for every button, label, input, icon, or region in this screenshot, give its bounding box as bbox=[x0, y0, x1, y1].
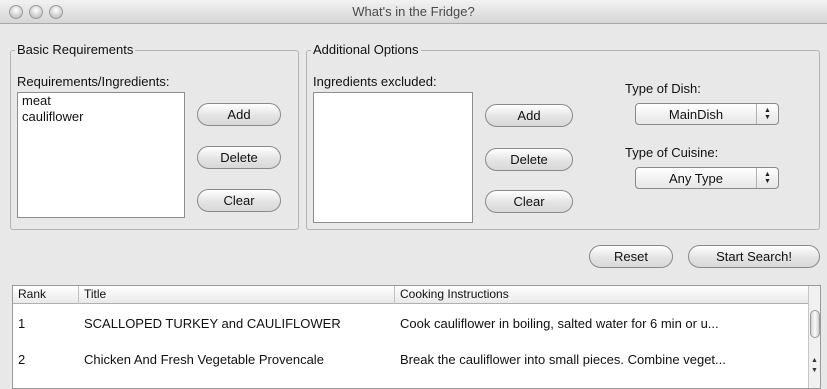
scroll-down-arrow-icon[interactable]: ▼ bbox=[809, 366, 820, 376]
start-search-button[interactable]: Start Search! bbox=[688, 245, 820, 268]
dish-type-value: MainDish bbox=[668, 106, 724, 122]
excluded-clear-button[interactable]: Clear bbox=[485, 190, 573, 213]
reset-button[interactable]: Reset bbox=[589, 245, 673, 268]
excluded-list-label: Ingredients excluded: bbox=[313, 74, 437, 89]
additional-options-legend: Additional Options bbox=[311, 42, 421, 57]
title-cell: Chicken And Fresh Vegetable Provencale bbox=[84, 352, 324, 367]
requirements-delete-button[interactable]: Delete bbox=[197, 146, 281, 169]
select-arrows-icon: ▲ ▼ bbox=[756, 104, 778, 124]
requirements-list[interactable]: meat cauliflower bbox=[17, 92, 185, 218]
excluded-delete-button[interactable]: Delete bbox=[485, 148, 573, 171]
list-item[interactable]: meat bbox=[18, 93, 184, 109]
title-cell: SCALLOPED TURKEY and CAULIFLOWER bbox=[84, 316, 341, 331]
column-header-instructions[interactable]: Cooking Instructions bbox=[395, 286, 810, 304]
dish-type-select[interactable]: MainDish ▲ ▼ bbox=[635, 103, 779, 125]
table-vertical-scrollbar[interactable]: ▲ ▼ bbox=[808, 286, 820, 388]
scroll-up-arrow-icon[interactable]: ▲ bbox=[809, 356, 820, 366]
window-titlebar: What's in the Fridge? bbox=[0, 0, 827, 24]
cuisine-type-label: Type of Cuisine: bbox=[625, 145, 719, 160]
dish-type-label: Type of Dish: bbox=[625, 81, 701, 96]
cuisine-type-select[interactable]: Any Type ▲ ▼ bbox=[635, 167, 779, 189]
requirements-add-button[interactable]: Add bbox=[197, 103, 281, 126]
select-arrows-icon: ▲ ▼ bbox=[756, 168, 778, 188]
instructions-cell: Cook cauliflower in boiling, salted wate… bbox=[400, 316, 719, 331]
scrollbar-thumb[interactable] bbox=[810, 310, 820, 338]
column-header-title[interactable]: Title bbox=[79, 286, 395, 304]
excluded-ingredients-list[interactable] bbox=[313, 92, 473, 223]
list-item[interactable]: cauliflower bbox=[18, 109, 184, 125]
additional-options-group: Additional Options Ingredients excluded:… bbox=[306, 42, 820, 230]
table-row[interactable]: 2 Chicken And Fresh Vegetable Provencale… bbox=[13, 344, 810, 376]
rank-cell: 2 bbox=[18, 352, 26, 367]
column-header-rank[interactable]: Rank bbox=[13, 286, 79, 304]
basic-requirements-legend: Basic Requirements bbox=[15, 42, 136, 57]
requirements-list-label: Requirements/Ingredients: bbox=[17, 74, 170, 89]
window-title: What's in the Fridge? bbox=[352, 4, 475, 19]
requirements-clear-button[interactable]: Clear bbox=[197, 189, 281, 212]
rank-cell: 1 bbox=[18, 316, 26, 331]
cuisine-type-value: Any Type bbox=[669, 170, 723, 186]
basic-requirements-group: Basic Requirements Requirements/Ingredie… bbox=[10, 42, 299, 230]
instructions-cell: Break the cauliflower into small pieces.… bbox=[400, 352, 726, 367]
table-row[interactable]: 1 SCALLOPED TURKEY and CAULIFLOWER Cook … bbox=[13, 308, 810, 340]
table-header: Rank Title Cooking Instructions bbox=[13, 286, 810, 304]
excluded-add-button[interactable]: Add bbox=[485, 104, 573, 127]
results-table[interactable]: Rank Title Cooking Instructions 1 SCALLO… bbox=[12, 285, 821, 389]
